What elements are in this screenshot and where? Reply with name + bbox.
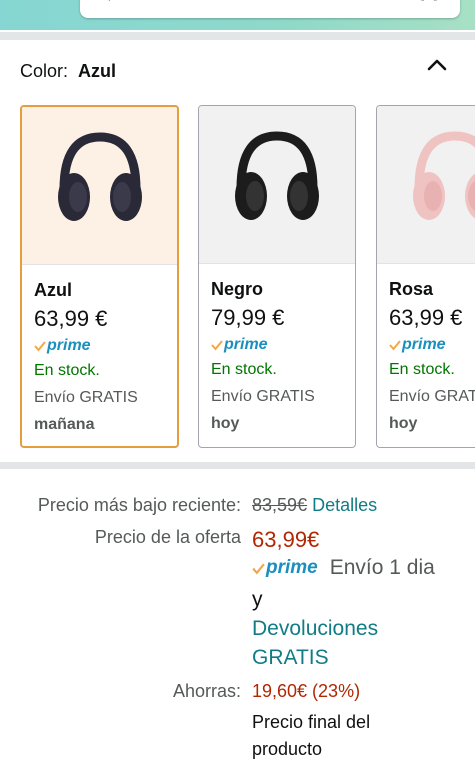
savings-label: Ahorras:: [172, 681, 241, 701]
recent-low-row: 83,59€ Detalles: [252, 495, 377, 516]
stock-status: En stock.: [389, 361, 455, 378]
final-price-note-line-2: producto: [252, 739, 323, 759]
section-divider: [0, 462, 475, 469]
back-arrow-icon[interactable]: [12, 0, 32, 6]
free-returns-link-line-1[interactable]: Devoluciones: [252, 617, 378, 641]
variant-name: Azul: [34, 280, 72, 300]
shipping-info: Envío GRATIS: [211, 388, 315, 405]
color-variant-carousel[interactable]: Azul 63,99 € prime En stock. Envío GRATI…: [20, 105, 475, 450]
variant-image[interactable]: [22, 107, 177, 265]
prime-check-icon: [34, 341, 46, 352]
variant-price: 79,99 €: [211, 305, 285, 330]
shipping-speed-text: Envío 1 dia: [329, 556, 435, 579]
shipping-conjunction: y: [252, 588, 263, 611]
variant-image[interactable]: [377, 106, 475, 264]
prime-check-icon: [252, 562, 265, 575]
prime-label: prime: [47, 337, 91, 354]
variant-price: 63,99 €: [34, 306, 108, 331]
color-label: Color:: [20, 61, 69, 81]
variant-price: 63,99 €: [389, 305, 463, 330]
headphones-image: [235, 131, 319, 220]
prime-label: prime: [266, 557, 318, 578]
headphones-image: [413, 131, 475, 220]
top-header-bar: [0, 0, 475, 30]
search-icon[interactable]: [106, 0, 116, 4]
search-bar[interactable]: [80, 0, 460, 18]
prime-shipping-row: prime Envío 1 dia: [252, 556, 435, 580]
headphones-image: [58, 132, 142, 221]
prime-badge: prime: [211, 336, 268, 354]
prime-check-icon: [211, 340, 223, 351]
variant-card-negro[interactable]: Negro 79,99 € prime En stock. Envío GRAT…: [198, 105, 356, 448]
details-link[interactable]: Detalles: [312, 495, 377, 515]
prime-badge: prime: [252, 557, 318, 579]
variant-card-azul[interactable]: Azul 63,99 € prime En stock. Envío GRATI…: [20, 105, 179, 448]
prime-label: prime: [402, 336, 446, 353]
prime-check-icon: [389, 340, 401, 351]
color-selector-header[interactable]: Color: Azul: [20, 61, 116, 82]
stock-status: En stock.: [34, 362, 100, 379]
delivery-day: hoy: [389, 415, 418, 432]
delivery-day: hoy: [211, 415, 240, 432]
variant-card-rosa[interactable]: Rosa 63,99 € prime En stock. Envío GRATI…: [376, 105, 475, 448]
recent-low-label: Precio más bajo reciente:: [37, 495, 241, 515]
recent-low-price: 83,59€: [252, 495, 308, 515]
prime-badge: prime: [34, 337, 91, 355]
stock-status: En stock.: [211, 361, 277, 378]
variant-name: Negro: [211, 279, 264, 299]
chevron-up-icon[interactable]: [426, 58, 448, 72]
free-returns-link-line-2[interactable]: GRATIS: [252, 646, 329, 670]
selected-color-value: Azul: [78, 61, 117, 81]
variant-image[interactable]: [199, 106, 355, 264]
deal-price-value: 63,99€: [252, 527, 320, 552]
deal-price-label: Precio de la oferta: [94, 527, 241, 547]
section-divider: [0, 32, 475, 40]
shipping-info: Envío GRATIS: [389, 388, 475, 405]
variant-name: Rosa: [389, 279, 434, 299]
savings-value: 19,60€ (23%): [252, 681, 361, 701]
delivery-day: mañana: [34, 416, 95, 433]
final-price-note-line-1: Precio final del: [252, 712, 371, 732]
camera-scan-icon[interactable]: [418, 0, 440, 4]
shipping-info: Envío GRATIS: [34, 389, 138, 406]
prime-label: prime: [224, 336, 268, 353]
prime-badge: prime: [389, 336, 446, 354]
